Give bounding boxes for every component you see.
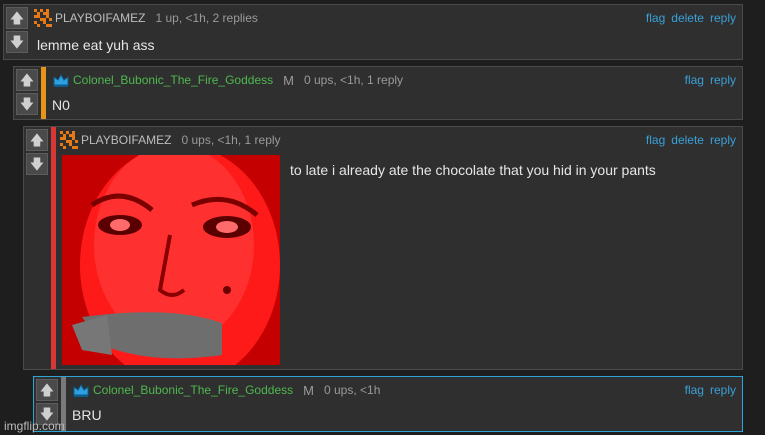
- downvote-button[interactable]: 🡇: [16, 93, 38, 115]
- red-face-image: [62, 155, 280, 365]
- comment-meta: 0 ups, <1h, 1 reply: [303, 73, 404, 87]
- vote-column: 🡅 🡇: [24, 127, 50, 369]
- up-arrow-icon: 🡅: [19, 72, 35, 88]
- reply-indent-bar: [41, 67, 46, 119]
- upvote-button[interactable]: 🡅: [6, 7, 28, 29]
- username[interactable]: Colonel_Bubonic_The_Fire_Goddess: [93, 383, 293, 397]
- up-arrow-icon: 🡅: [29, 132, 45, 148]
- delete-link[interactable]: delete: [671, 133, 704, 147]
- flag-link[interactable]: flag: [646, 133, 665, 147]
- comment-header: PLAYBOIFAMEZ 1 up, <1h, 2 replies flag d…: [34, 9, 736, 27]
- comment-actions: flag delete reply: [646, 133, 736, 147]
- flag-link[interactable]: flag: [646, 11, 665, 25]
- comment-2: 🡅 🡇 Colonel_Bubonic_The_Fire_Goddess M 0…: [13, 66, 743, 120]
- comment-text: BRU: [72, 407, 102, 423]
- mod-badge: M: [303, 382, 314, 398]
- up-arrow-icon: 🡅: [39, 382, 55, 398]
- flag-link[interactable]: flag: [685, 73, 704, 87]
- down-arrow-icon: 🡇: [19, 96, 35, 112]
- username[interactable]: PLAYBOIFAMEZ: [81, 133, 171, 147]
- meme-image[interactable]: [62, 155, 280, 365]
- reply-link[interactable]: reply: [710, 133, 736, 147]
- comment-header: PLAYBOIFAMEZ 0 ups, <1h, 1 reply flag de…: [60, 131, 736, 149]
- pixel-avatar-icon: [60, 131, 78, 149]
- reply-link[interactable]: reply: [710, 73, 736, 87]
- downvote-button[interactable]: 🡇: [26, 153, 48, 175]
- crown-icon: [53, 74, 69, 87]
- comment-actions: flag reply: [685, 383, 736, 397]
- comment-meta: 1 up, <1h, 2 replies: [155, 11, 258, 25]
- reply-link[interactable]: reply: [710, 383, 736, 397]
- comment-4: 🡅 🡇 Colonel_Bubonic_The_Fire_Goddess M 0…: [33, 376, 743, 432]
- comment-header: Colonel_Bubonic_The_Fire_Goddess M 0 ups…: [52, 71, 736, 89]
- comment-3: 🡅 🡇 PLAYBOIFAMEZ 0 ups, <1h, 1 reply fla…: [23, 126, 743, 370]
- comment-text: lemme eat yuh ass: [37, 37, 155, 53]
- upvote-button[interactable]: 🡅: [26, 129, 48, 151]
- reply-link[interactable]: reply: [710, 11, 736, 25]
- comment-actions: flag delete reply: [646, 11, 736, 25]
- mod-badge: M: [283, 72, 294, 88]
- comment-meta: 0 ups, <1h, 1 reply: [181, 133, 281, 147]
- downvote-button[interactable]: 🡇: [6, 31, 28, 53]
- crown-icon: [73, 384, 89, 397]
- imgflip-watermark: imgflip.com: [4, 419, 65, 433]
- delete-link[interactable]: delete: [671, 11, 704, 25]
- vote-column: 🡅 🡇: [4, 5, 30, 59]
- comment-header: Colonel_Bubonic_The_Fire_Goddess M 0 ups…: [72, 381, 736, 399]
- vote-column: 🡅 🡇: [14, 67, 40, 119]
- down-arrow-icon: 🡇: [29, 156, 45, 172]
- comment-meta: 0 ups, <1h: [323, 383, 381, 397]
- up-arrow-icon: 🡅: [9, 10, 25, 26]
- username[interactable]: PLAYBOIFAMEZ: [55, 11, 145, 25]
- reply-indent-bar: [51, 127, 56, 369]
- pixel-avatar-icon: [34, 9, 52, 27]
- upvote-button[interactable]: 🡅: [16, 69, 38, 91]
- comment-actions: flag reply: [685, 73, 736, 87]
- flag-link[interactable]: flag: [685, 383, 704, 397]
- upvote-button[interactable]: 🡅: [36, 379, 58, 401]
- comment-1: 🡅 🡇 PLAYBOIFAMEZ 1 up, <1h, 2 replies fl…: [3, 4, 743, 60]
- down-arrow-icon: 🡇: [9, 34, 25, 50]
- comment-text: to late i already ate the chocolate that…: [290, 162, 656, 178]
- comment-text: N0: [52, 97, 70, 113]
- username[interactable]: Colonel_Bubonic_The_Fire_Goddess: [73, 73, 273, 87]
